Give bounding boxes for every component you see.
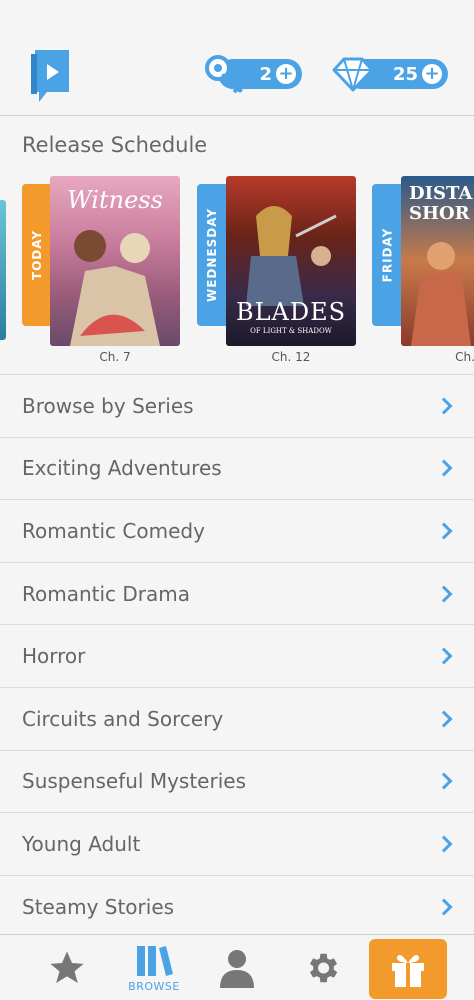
gem-icon — [332, 57, 374, 92]
chevron-right-icon — [435, 898, 453, 916]
partial-cover-left[interactable] — [0, 200, 6, 340]
chapter-label: Ch. 12 — [271, 350, 311, 364]
menu-item-exciting-adventures[interactable]: Exciting Adventures — [0, 436, 474, 500]
tab-browse[interactable]: BROWSE — [122, 935, 186, 1000]
cover-title-witness: Witness — [67, 186, 163, 214]
chevron-right-icon — [435, 710, 453, 728]
menu-item-label: Romantic Drama — [22, 581, 191, 606]
category-list: Browse by Series Exciting Adventures Rom… — [0, 374, 474, 938]
menu-item-label: Suspenseful Mysteries — [22, 769, 246, 794]
day-tag-friday: FRIDAY — [372, 184, 402, 326]
add-keys-button[interactable]: + — [276, 64, 296, 84]
menu-item-label: Young Adult — [22, 831, 141, 856]
menu-item-label: Steamy Stories — [22, 894, 175, 919]
keys-count: 2 — [259, 63, 272, 85]
chevron-right-icon — [435, 585, 453, 603]
tab-browse-label: BROWSE — [128, 979, 180, 993]
chapter-label: Ch. 7 — [99, 350, 131, 364]
cover-subtitle-blades: OF LIGHT & SHADOW — [250, 327, 332, 335]
add-gems-button[interactable]: + — [422, 64, 442, 84]
cover-title-blades: BLADES — [235, 298, 347, 326]
menu-item-horror[interactable]: Horror — [0, 624, 474, 687]
menu-item-label: Exciting Adventures — [22, 456, 222, 481]
menu-item-suspenseful-mysteries[interactable]: Suspenseful Mysteries — [0, 749, 474, 813]
star-icon — [50, 951, 84, 983]
release-carousel[interactable]: TODAY Witness Ch. 7 WEDNESDAY BLADES OF … — [0, 170, 474, 370]
app-logo-icon[interactable] — [27, 48, 75, 106]
tab-profile[interactable] — [215, 935, 259, 1000]
day-tag-wednesday: WEDNESDAY — [197, 184, 227, 326]
gift-icon — [392, 955, 424, 987]
bottom-tab-bar: BROWSE — [0, 934, 474, 1000]
menu-item-label: Horror — [22, 644, 86, 669]
tab-favorites[interactable] — [44, 935, 90, 1000]
key-icon — [205, 55, 243, 94]
menu-item-browse-by-series[interactable]: Browse by Series — [0, 374, 474, 437]
menu-item-circuits-and-sorcery[interactable]: Circuits and Sorcery — [0, 686, 474, 750]
menu-item-steamy-stories[interactable]: Steamy Stories — [0, 874, 474, 938]
gear-icon — [309, 953, 338, 983]
chevron-right-icon — [435, 835, 453, 853]
cover-title-distant-shores: DISTA SHOR — [409, 183, 473, 224]
cover-blades[interactable]: BLADES OF LIGHT & SHADOW — [226, 176, 356, 346]
menu-item-label: Circuits and Sorcery — [22, 706, 224, 731]
books-icon — [137, 945, 173, 976]
cover-distant-shores[interactable]: DISTA SHOR — [401, 176, 474, 346]
menu-item-romantic-comedy[interactable]: Romantic Comedy — [0, 499, 474, 562]
menu-item-label: Browse by Series — [22, 393, 194, 418]
chapter-label: Ch. — [455, 350, 474, 364]
chevron-right-icon — [435, 647, 453, 665]
menu-item-romantic-drama[interactable]: Romantic Drama — [0, 561, 474, 625]
gems-count: 25 — [392, 63, 418, 85]
menu-item-label: Romantic Comedy — [22, 518, 205, 543]
chevron-right-icon — [435, 397, 453, 415]
cover-witness[interactable]: Witness — [50, 176, 180, 346]
user-icon — [220, 950, 254, 988]
tab-gift[interactable] — [369, 939, 447, 999]
tab-settings[interactable] — [300, 935, 344, 1000]
release-schedule-title: Release Schedule — [22, 133, 208, 157]
chevron-right-icon — [435, 772, 453, 790]
chevron-right-icon — [435, 522, 453, 540]
day-tag-today: TODAY — [22, 184, 52, 326]
menu-item-young-adult[interactable]: Young Adult — [0, 812, 474, 875]
top-bar: 2 + 25 + — [0, 0, 474, 116]
chevron-right-icon — [435, 459, 453, 477]
